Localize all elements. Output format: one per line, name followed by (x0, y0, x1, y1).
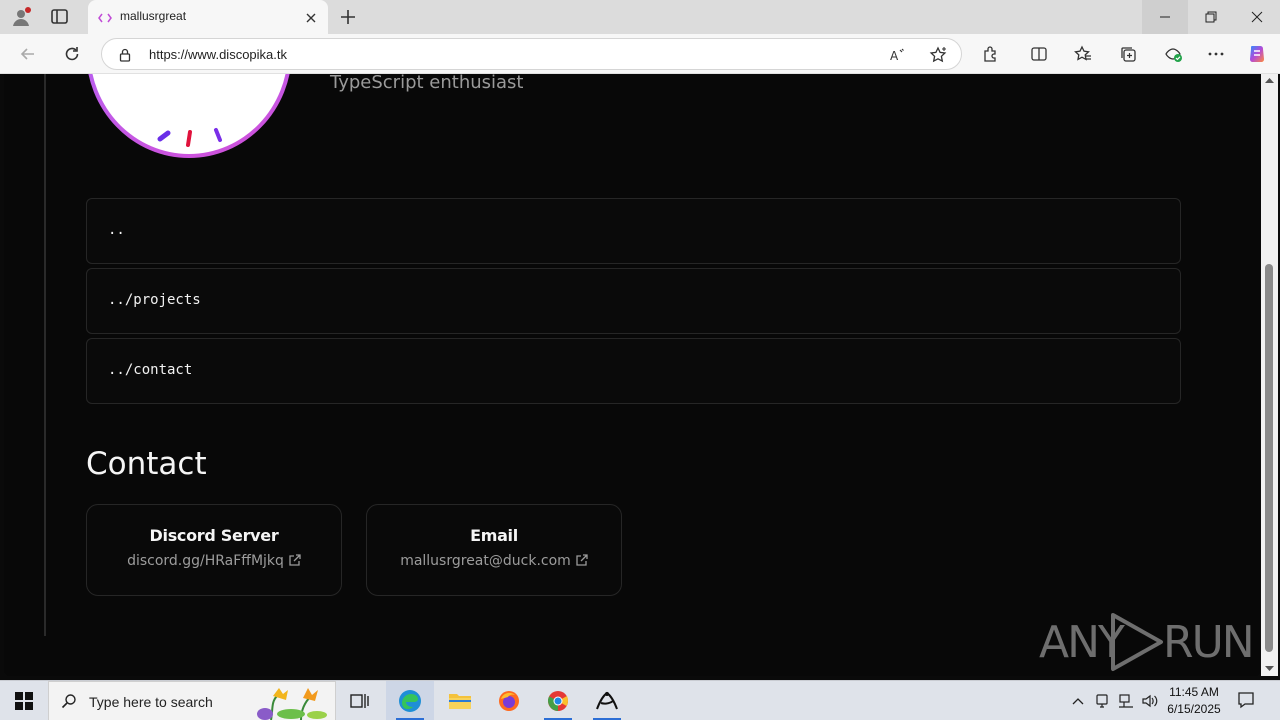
scroll-up-icon[interactable] (1265, 77, 1274, 84)
extensions-icon[interactable] (980, 43, 1002, 65)
search-placeholder[interactable]: Type here to search (89, 694, 213, 710)
search-icon (61, 694, 76, 709)
page-viewport: TypeScript enthusiast .. ../projects ../… (4, 74, 1261, 676)
system-clock[interactable]: 11:45 AM 6/15/2025 (1160, 684, 1228, 718)
avatar (86, 74, 292, 158)
tab-title: mallusrgreat (120, 9, 187, 23)
favorite-star-icon[interactable] (928, 45, 948, 65)
contact-card-discord[interactable]: Discord Server discord.gg/HRaFffMjkq (86, 504, 342, 596)
scroll-thumb[interactable] (1265, 264, 1273, 652)
browser-essentials-icon[interactable] (1162, 43, 1184, 65)
email-link[interactable]: mallusrgreat@duck.com (367, 553, 621, 569)
svg-text:A: A (890, 49, 899, 63)
read-aloud-icon[interactable]: A (888, 45, 908, 65)
firefox-icon[interactable] (485, 681, 533, 720)
notifications-icon[interactable] (1236, 690, 1256, 710)
nav-link-projects[interactable]: ../projects (86, 268, 1181, 334)
browser-tab[interactable]: mallusrgreat (88, 0, 328, 34)
url-text[interactable]: https://www.discopika.tk (149, 47, 287, 62)
anyrun-app-icon[interactable] (583, 681, 631, 720)
file-explorer-icon[interactable] (436, 681, 484, 720)
play-logo-icon (1111, 613, 1163, 671)
flowers-illustration-icon (257, 688, 327, 720)
profile-tagline: TypeScript enthusiast (330, 74, 524, 93)
external-link-icon (576, 554, 588, 566)
minimize-icon[interactable] (1142, 0, 1188, 34)
nav-link-contact[interactable]: ../contact (86, 338, 1181, 404)
close-tab-icon[interactable] (304, 10, 318, 24)
scroll-down-icon[interactable] (1265, 665, 1274, 672)
close-window-icon[interactable] (1234, 0, 1280, 34)
refresh-icon[interactable] (60, 42, 84, 66)
sidebar-divider (44, 74, 46, 636)
chrome-icon[interactable] (534, 681, 582, 720)
clock-time: 11:45 AM (1169, 685, 1219, 699)
back-icon[interactable] (16, 42, 40, 66)
collections-icon[interactable] (1117, 43, 1139, 65)
restore-icon[interactable] (1188, 0, 1234, 34)
page-scrollbar[interactable] (1261, 74, 1278, 676)
split-screen-icon[interactable] (1028, 43, 1050, 65)
external-link-icon (289, 554, 301, 566)
anyrun-watermark: ANY RUN (1039, 611, 1255, 673)
show-hidden-icons-icon[interactable] (1068, 691, 1088, 711)
nav-link-parent[interactable]: .. (86, 198, 1181, 264)
windows-taskbar: Type here to search 11:45 AM 6/15/2025 (0, 680, 1280, 720)
task-view-icon[interactable] (336, 681, 384, 720)
avatar-logo-icon (157, 128, 222, 147)
contact-heading: Contact (86, 446, 207, 482)
clock-date: 6/15/2025 (1167, 702, 1221, 716)
volume-icon[interactable] (1140, 691, 1160, 711)
avatar-image (90, 74, 288, 154)
windows-start-icon[interactable] (0, 681, 48, 720)
address-bar[interactable]: https://www.discopika.tk A (101, 38, 962, 70)
new-tab-icon[interactable] (338, 7, 358, 27)
nav-link-label[interactable]: ../projects (108, 292, 201, 308)
discord-link[interactable]: discord.gg/HRaFffMjkq (87, 553, 341, 569)
profile-icon[interactable] (10, 6, 32, 28)
taskbar-search[interactable]: Type here to search (48, 681, 336, 720)
nav-link-label[interactable]: .. (108, 222, 125, 238)
favorites-icon[interactable] (1072, 43, 1094, 65)
card-title: Discord Server (149, 526, 279, 545)
more-options-icon[interactable] (1205, 43, 1227, 65)
tab-actions-icon[interactable] (50, 8, 70, 26)
browser-toolbar: https://www.discopika.tk A (0, 34, 1280, 74)
network-icon[interactable] (1116, 691, 1136, 711)
code-favicon-icon (98, 10, 112, 24)
nav-link-label[interactable]: ../contact (108, 362, 192, 378)
lock-icon[interactable] (118, 47, 132, 62)
contact-card-email[interactable]: Email mallusrgreat@duck.com (366, 504, 622, 596)
edge-taskbar-icon[interactable] (386, 681, 434, 720)
copilot-icon[interactable] (1246, 43, 1268, 65)
device-tray-icon[interactable] (1092, 691, 1112, 711)
card-title: Email (470, 526, 518, 545)
browser-tab-bar: mallusrgreat (0, 0, 1280, 34)
